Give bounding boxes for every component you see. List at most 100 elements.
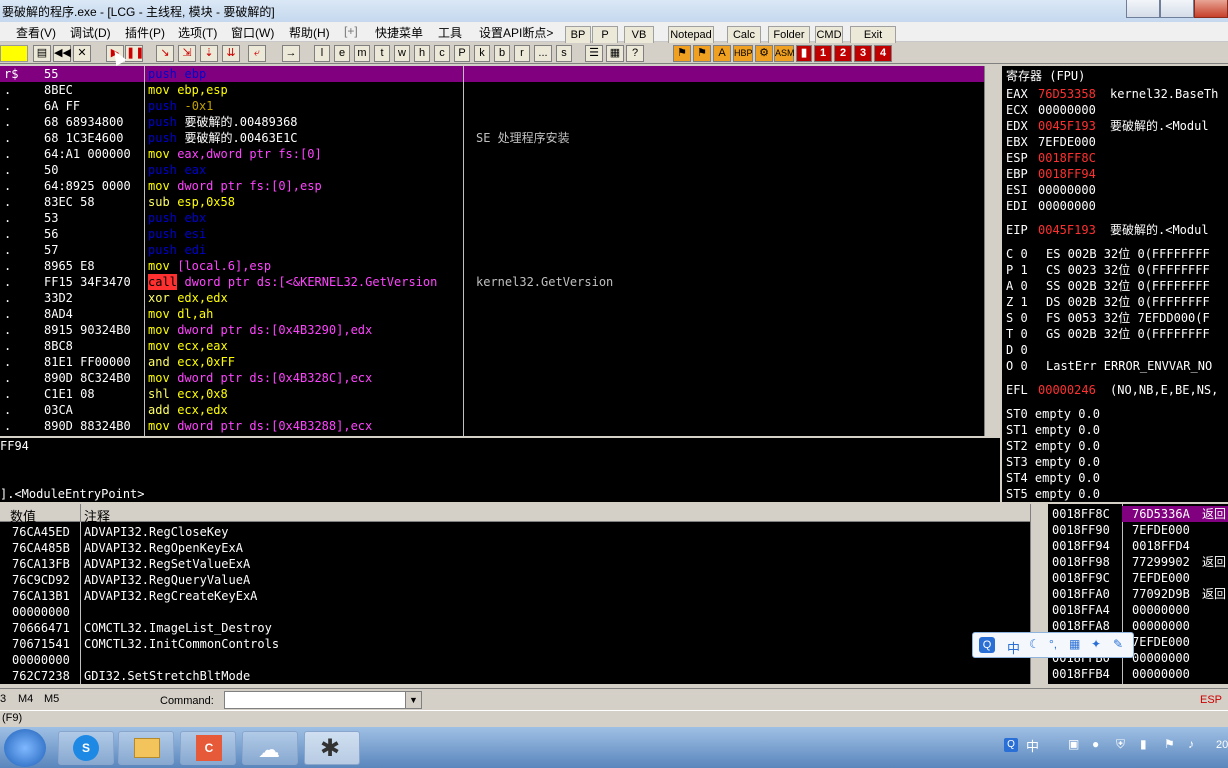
punct-icon[interactable]: °, xyxy=(1049,637,1057,651)
tray-clock[interactable]: 20 xyxy=(1216,739,1228,751)
exec-till-return-icon[interactable]: ⤶ xyxy=(248,45,266,62)
keyboard-icon[interactable]: ▦ xyxy=(1069,637,1080,651)
close-button[interactable] xyxy=(1194,0,1228,18)
hw-bp-icon[interactable]: ⚑ xyxy=(673,45,691,62)
menu-api-bp[interactable]: 设置API断点> xyxy=(479,24,553,41)
menu-tools[interactable]: 工具 xyxy=(438,24,462,41)
tray-network-icon[interactable]: ▣ xyxy=(1068,737,1079,751)
tb-p[interactable]: P xyxy=(454,45,470,62)
taskbar-folder-icon[interactable] xyxy=(118,731,174,765)
open-icon[interactable]: ▤ xyxy=(33,45,51,62)
tray-lang-label[interactable]: 中 xyxy=(1026,736,1039,755)
rewind-icon[interactable]: ◀◀ xyxy=(53,45,71,62)
hbp-icon[interactable]: HBP xyxy=(733,45,753,62)
stack-value: 00000000 xyxy=(1132,603,1190,617)
menu-options[interactable]: 选项(T) xyxy=(178,24,217,41)
trace-over-icon[interactable]: ⇊ xyxy=(222,45,240,62)
cmd-tab-3[interactable]: 3 xyxy=(0,693,6,705)
ime-mode-label[interactable]: 中 xyxy=(1007,638,1020,657)
tb-num-3[interactable]: 3 xyxy=(854,45,872,62)
goto-icon[interactable]: → xyxy=(282,45,300,62)
help-icon[interactable]: ? xyxy=(626,45,644,62)
tb-h[interactable]: h xyxy=(414,45,430,62)
disasm-comment: SE 处理程序安装 xyxy=(476,131,570,145)
tray-flag-icon[interactable]: ⚑ xyxy=(1164,737,1175,751)
text-icon[interactable]: A xyxy=(713,45,731,62)
fpu-register: ST0 empty 0.0 xyxy=(1006,407,1100,421)
menu-help[interactable]: 帮助(H) xyxy=(289,24,330,41)
p-button[interactable]: P xyxy=(592,26,618,44)
vb-button[interactable]: VB xyxy=(624,26,654,44)
menu-plugins[interactable]: 插件(P) xyxy=(125,24,165,41)
taskbar-cloud-icon[interactable]: ☁ xyxy=(242,731,298,765)
skin-icon[interactable]: ✦ xyxy=(1091,637,1101,651)
trace-into-icon[interactable]: ⇣ xyxy=(200,45,218,62)
stack-comment: 返回 xyxy=(1202,507,1227,521)
taskbar-sogou-icon[interactable]: S xyxy=(58,731,114,765)
dump-value: 76CA45ED xyxy=(12,525,70,539)
tb-t[interactable]: t xyxy=(374,45,390,62)
tb-r[interactable]: r xyxy=(514,45,530,62)
maximize-button[interactable] xyxy=(1160,0,1194,18)
step-into-icon[interactable]: ↘ xyxy=(156,45,174,62)
tb-dots[interactable]: ... xyxy=(534,45,552,62)
menu-view[interactable]: 查看(V) xyxy=(16,24,56,41)
tb-m[interactable]: m xyxy=(354,45,370,62)
start-button[interactable] xyxy=(4,729,46,767)
menu-quick[interactable]: 快捷菜单 xyxy=(375,24,423,41)
tb-num-2[interactable]: 2 xyxy=(834,45,852,62)
disasm-operands: ebx xyxy=(184,211,207,225)
cmd-tab-m5[interactable]: M5 xyxy=(44,693,59,705)
column-divider-2 xyxy=(463,66,464,436)
tb-s[interactable]: s xyxy=(556,45,572,62)
wrench-icon[interactable]: ✎ xyxy=(1113,637,1123,651)
tray-shield-icon[interactable]: ⛨ xyxy=(1116,737,1125,752)
tb-e[interactable]: e xyxy=(334,45,350,62)
tb-num-1[interactable]: 1 xyxy=(814,45,832,62)
grid-icon[interactable]: ▦ xyxy=(606,45,624,62)
cmd-tab-m4[interactable]: M4 xyxy=(18,693,33,705)
tb-c[interactable]: c xyxy=(434,45,450,62)
dump-col-comment[interactable]: 注释 xyxy=(84,506,110,525)
moon-icon[interactable]: ☾ xyxy=(1029,637,1040,651)
command-input[interactable]: ▼ xyxy=(224,691,422,709)
step-over-icon[interactable]: ⇲ xyxy=(178,45,196,62)
menu-debug[interactable]: 调试(D) xyxy=(70,24,111,41)
disasm-hex: 8AD4 xyxy=(44,307,73,321)
ime-toolbar[interactable]: Q 中 ☾ °, ▦ ✦ ✎ xyxy=(972,632,1134,658)
pause-icon[interactable]: ❚❚ xyxy=(125,45,144,62)
dump-col-value[interactable]: 数值 xyxy=(10,506,36,525)
tb-num-4[interactable]: 4 xyxy=(874,45,892,62)
segment: CS 0023 32位 0(FFFFFFFF xyxy=(1046,263,1210,277)
calc-button[interactable]: Calc xyxy=(727,26,761,44)
disassembly-pane[interactable]: r$ 55 push ebp. 8BEC mov ebp,esp. 6A FF push -0x1… xyxy=(0,66,984,436)
asm-icon[interactable]: ASM xyxy=(774,45,795,62)
exit-button[interactable]: Exit xyxy=(850,26,896,44)
bp-button[interactable]: BP xyxy=(565,26,591,44)
cmd-button[interactable]: CMD xyxy=(815,26,843,44)
tray-volume-icon[interactable]: ♪ xyxy=(1188,737,1194,751)
tray-qq-icon[interactable]: ● xyxy=(1092,737,1099,751)
tray-signal-icon[interactable]: ▮ xyxy=(1140,737,1147,751)
stack-address: 0018FF98 xyxy=(1052,555,1110,569)
taskbar-debugger-icon[interactable]: ✱ xyxy=(304,731,360,765)
tb-k[interactable]: k xyxy=(474,45,490,62)
minimize-button[interactable] xyxy=(1126,0,1160,18)
menu-plus[interactable]: [+] xyxy=(344,24,358,38)
tb-w[interactable]: w xyxy=(394,45,410,62)
disasm-scrollbar[interactable] xyxy=(984,66,1000,436)
taskbar-c-app-icon[interactable]: C xyxy=(180,731,236,765)
notepad-button[interactable]: Notepad xyxy=(668,26,714,44)
folder-button[interactable]: Folder xyxy=(768,26,810,44)
close-x-icon[interactable]: ✕ xyxy=(73,45,91,62)
sw-bp-icon[interactable]: ⚑ xyxy=(693,45,711,62)
cmd1-icon[interactable]: ▮ xyxy=(796,45,812,62)
chevron-down-icon[interactable]: ▼ xyxy=(405,692,421,708)
menu-window[interactable]: 窗口(W) xyxy=(231,24,274,41)
gear-icon[interactable]: ⚙ xyxy=(755,45,773,62)
tb-b[interactable]: b xyxy=(494,45,510,62)
dump-pane[interactable]: 数值 注释 76CA45ED ADVAPI32.RegCloseKey 76CA48… xyxy=(0,504,1030,684)
list-icon[interactable]: ☰ xyxy=(585,45,603,62)
tb-l[interactable]: l xyxy=(314,45,330,62)
tray-ime-icon[interactable]: Q xyxy=(1004,738,1018,752)
